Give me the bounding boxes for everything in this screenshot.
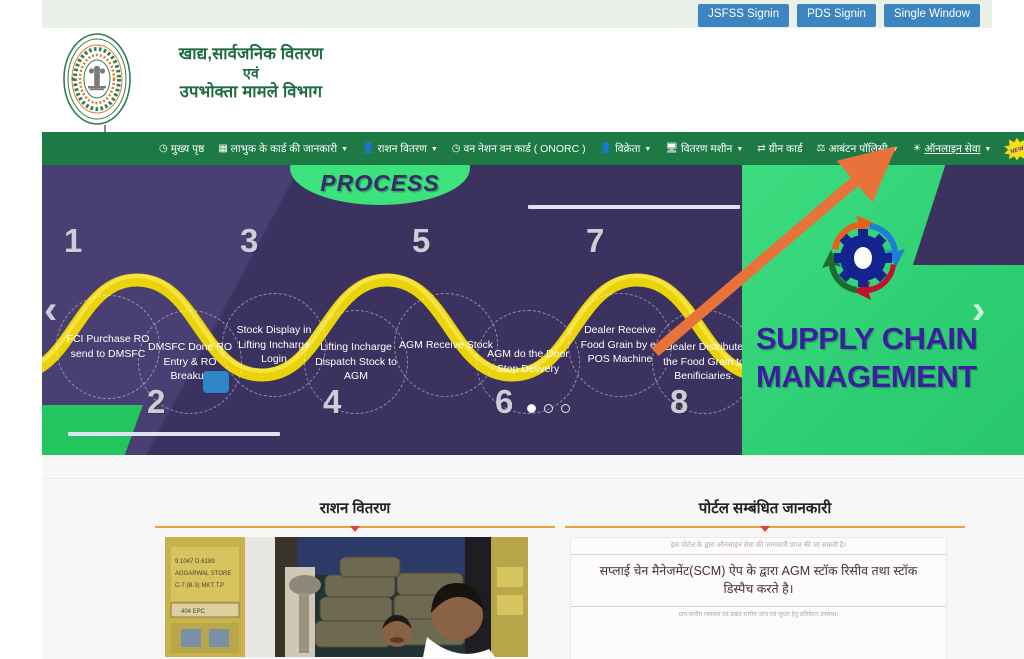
- emblem-logo[interactable]: [60, 31, 134, 127]
- title-underline: [155, 526, 555, 531]
- card-icon: ▦: [218, 142, 228, 154]
- notice-item[interactable]: सप्लाई चेन मैनेजमेंट(SCM) ऐप के द्वारा A…: [571, 555, 946, 607]
- section-title: पोर्टल सम्बंधित जानकारी: [698, 500, 832, 517]
- process-badge: PROCESS: [290, 165, 470, 205]
- svg-text:9.1047 D-6189: 9.1047 D-6189: [175, 559, 215, 565]
- clock-icon: ◷: [451, 142, 461, 154]
- supply-chain-gear-icon: [822, 215, 905, 300]
- site-header: खाद्य,सार्वजनिक वितरण एवं उपभोक्ता मामले…: [42, 28, 992, 163]
- carousel-dots[interactable]: [527, 404, 570, 413]
- scm-heading-line2: MANAGEMENT: [756, 358, 977, 394]
- process-step-number: 6: [495, 383, 514, 420]
- nav-item-onorc[interactable]: ◷ वन नेशन वन कार्ड ( ONORC ): [445, 143, 593, 154]
- scale-icon: ⚖: [816, 142, 826, 154]
- government-emblem-icon: [63, 33, 131, 125]
- new-badge-icon: NEW: [1004, 137, 1024, 160]
- chevron-down-icon: ▼: [644, 146, 652, 153]
- process-step-text: AGM do the Door Step Delivery: [487, 348, 569, 375]
- section-divider: [42, 478, 1024, 479]
- process-step-number: 7: [586, 222, 605, 259]
- decorative-bar: [68, 432, 280, 436]
- process-step: AGM do the Door Step Delivery: [476, 310, 580, 414]
- process-step-number: 1: [64, 222, 83, 259]
- shuffle-icon: ⇄: [757, 142, 766, 154]
- section-ration-distribution: राशन वितरण 9.1047 D-6189 AGGARWAL STORE …: [155, 498, 555, 657]
- top-utility-strip: JSFSS Signin PDS Signin Single Window: [42, 0, 992, 28]
- process-step-text: Lifting Incharge Dispatch Stock to AGM: [315, 340, 397, 383]
- carousel-progress-marker: [203, 371, 229, 393]
- page-viewport: JSFSS Signin PDS Signin Single Window खा…: [0, 0, 1024, 659]
- nav-label: लाभुक के कार्ड की जानकारी: [230, 142, 338, 155]
- globe-icon: ☀: [912, 142, 922, 154]
- nav-label: वन नेशन वन कार्ड ( ONORC ): [463, 142, 586, 155]
- user-icon: 👤: [362, 142, 375, 154]
- carousel-dot-2[interactable]: [544, 404, 553, 413]
- department-title: खाद्य,सार्वजनिक वितरण एवं उपभोक्ता मामले…: [126, 44, 376, 103]
- nav-label: वितरण मशीन: [681, 142, 733, 155]
- carousel-dot-1[interactable]: [527, 404, 536, 413]
- user-icon: 👤: [599, 142, 613, 154]
- notice-item[interactable]: ग्राम स्तरीय व्यवस्था एवं प्रखंड स्तरीय …: [571, 607, 946, 618]
- nav-item-card-info[interactable]: ▦ लाभुक के कार्ड की जानकारी ▼: [211, 143, 355, 154]
- title-underline: [565, 526, 965, 531]
- section-title: राशन वितरण: [319, 500, 391, 517]
- dept-title-line2: एवं: [243, 64, 259, 81]
- chevron-down-icon: ▼: [430, 146, 438, 153]
- nav-item-home[interactable]: ◷ मुख्य पृष्ठ: [152, 143, 211, 154]
- process-step-text: Dealer Distribute the Food Grain to Beni…: [663, 340, 745, 383]
- dept-title-line3: उपभोक्ता मामले विभाग: [179, 83, 323, 102]
- chevron-down-icon: ▼: [891, 146, 899, 153]
- nav-label: आबंटन पॉलिसी: [828, 142, 888, 155]
- single-window-button[interactable]: Single Window: [883, 4, 980, 27]
- chevron-down-icon: ▼: [736, 146, 744, 153]
- nav-item-ration-distribution[interactable]: 👤 राशन वितरण ▼: [355, 143, 445, 154]
- pds-signin-button[interactable]: PDS Signin: [797, 4, 876, 27]
- process-step-number: 2: [147, 383, 166, 420]
- grain-sacks-illustration: 9.1047 D-6189 AGGARWAL STORE C-7 (B-3) M…: [165, 536, 528, 657]
- svg-text:404 EPC: 404 EPC: [181, 609, 206, 615]
- process-step-number: 3: [240, 222, 259, 259]
- chevron-down-icon: ▼: [341, 146, 349, 153]
- nav-label: ऑनलाइन सेवा: [924, 142, 981, 155]
- process-step-number: 4: [323, 383, 342, 420]
- nav-label: विक्रेता: [615, 142, 641, 155]
- carousel-prev-button[interactable]: ‹: [44, 290, 57, 330]
- machine-icon: 🖥: [665, 142, 679, 154]
- process-step-number: 5: [412, 222, 431, 259]
- process-step: Lifting Incharge Dispatch Stock to AGM: [304, 310, 408, 414]
- nav-label: राशन वितरण: [377, 142, 427, 155]
- nav-item-green-card[interactable]: ⇄ ग्रीन कार्ड: [750, 143, 809, 154]
- ration-distribution-photo: 9.1047 D-6189 AGGARWAL STORE C-7 (B-3) M…: [165, 536, 528, 657]
- carousel-next-button[interactable]: ›: [972, 290, 985, 330]
- process-step-number: 8: [670, 383, 689, 420]
- svg-text:AGGARWAL STORE: AGGARWAL STORE: [175, 571, 231, 577]
- clock-icon: ◷: [159, 142, 168, 154]
- chevron-down-icon: ▼: [984, 146, 992, 153]
- main-navigation: ◷ मुख्य पृष्ठ ▦ लाभुक के कार्ड की जानकार…: [42, 132, 1024, 165]
- portal-notice-list[interactable]: इस पोर्टल के द्वारा ऑनलाइन सेवा की जानका…: [570, 536, 947, 659]
- top-button-group: JSFSS Signin PDS Signin Single Window: [698, 4, 980, 27]
- nav-item-distribution-machine[interactable]: 🖥 वितरण मशीन ▼: [658, 143, 750, 154]
- nav-item-allotment-policy[interactable]: ⚖ आबंटन पॉलिसी ▼: [809, 143, 905, 154]
- process-step: Dealer Distribute the Food Grain to Beni…: [652, 310, 756, 414]
- jsfss-signin-button[interactable]: JSFSS Signin: [698, 4, 790, 27]
- dept-title-line1: खाद्य,सार्वजनिक वितरण: [178, 45, 324, 63]
- nav-label: ग्रीन कार्ड: [768, 142, 803, 155]
- decorative-bar: [528, 205, 740, 209]
- nav-item-dealer[interactable]: 👤 विक्रेता ▼: [593, 143, 659, 154]
- carousel-dot-3[interactable]: [561, 404, 570, 413]
- svg-text:C-7 (B-3) MKT T.P: C-7 (B-3) MKT T.P: [175, 583, 224, 589]
- section-portal-info: पोर्टल सम्बंधित जानकारी इस पोर्टल के द्व…: [565, 498, 965, 659]
- process-badge-label: PROCESS: [320, 170, 440, 196]
- nav-label: मुख्य पृष्ठ: [170, 142, 205, 155]
- nav-item-online-service[interactable]: ☀ ऑनलाइन सेवा ▼: [905, 143, 998, 154]
- notice-item[interactable]: इस पोर्टल के द्वारा ऑनलाइन सेवा की जानका…: [571, 538, 946, 555]
